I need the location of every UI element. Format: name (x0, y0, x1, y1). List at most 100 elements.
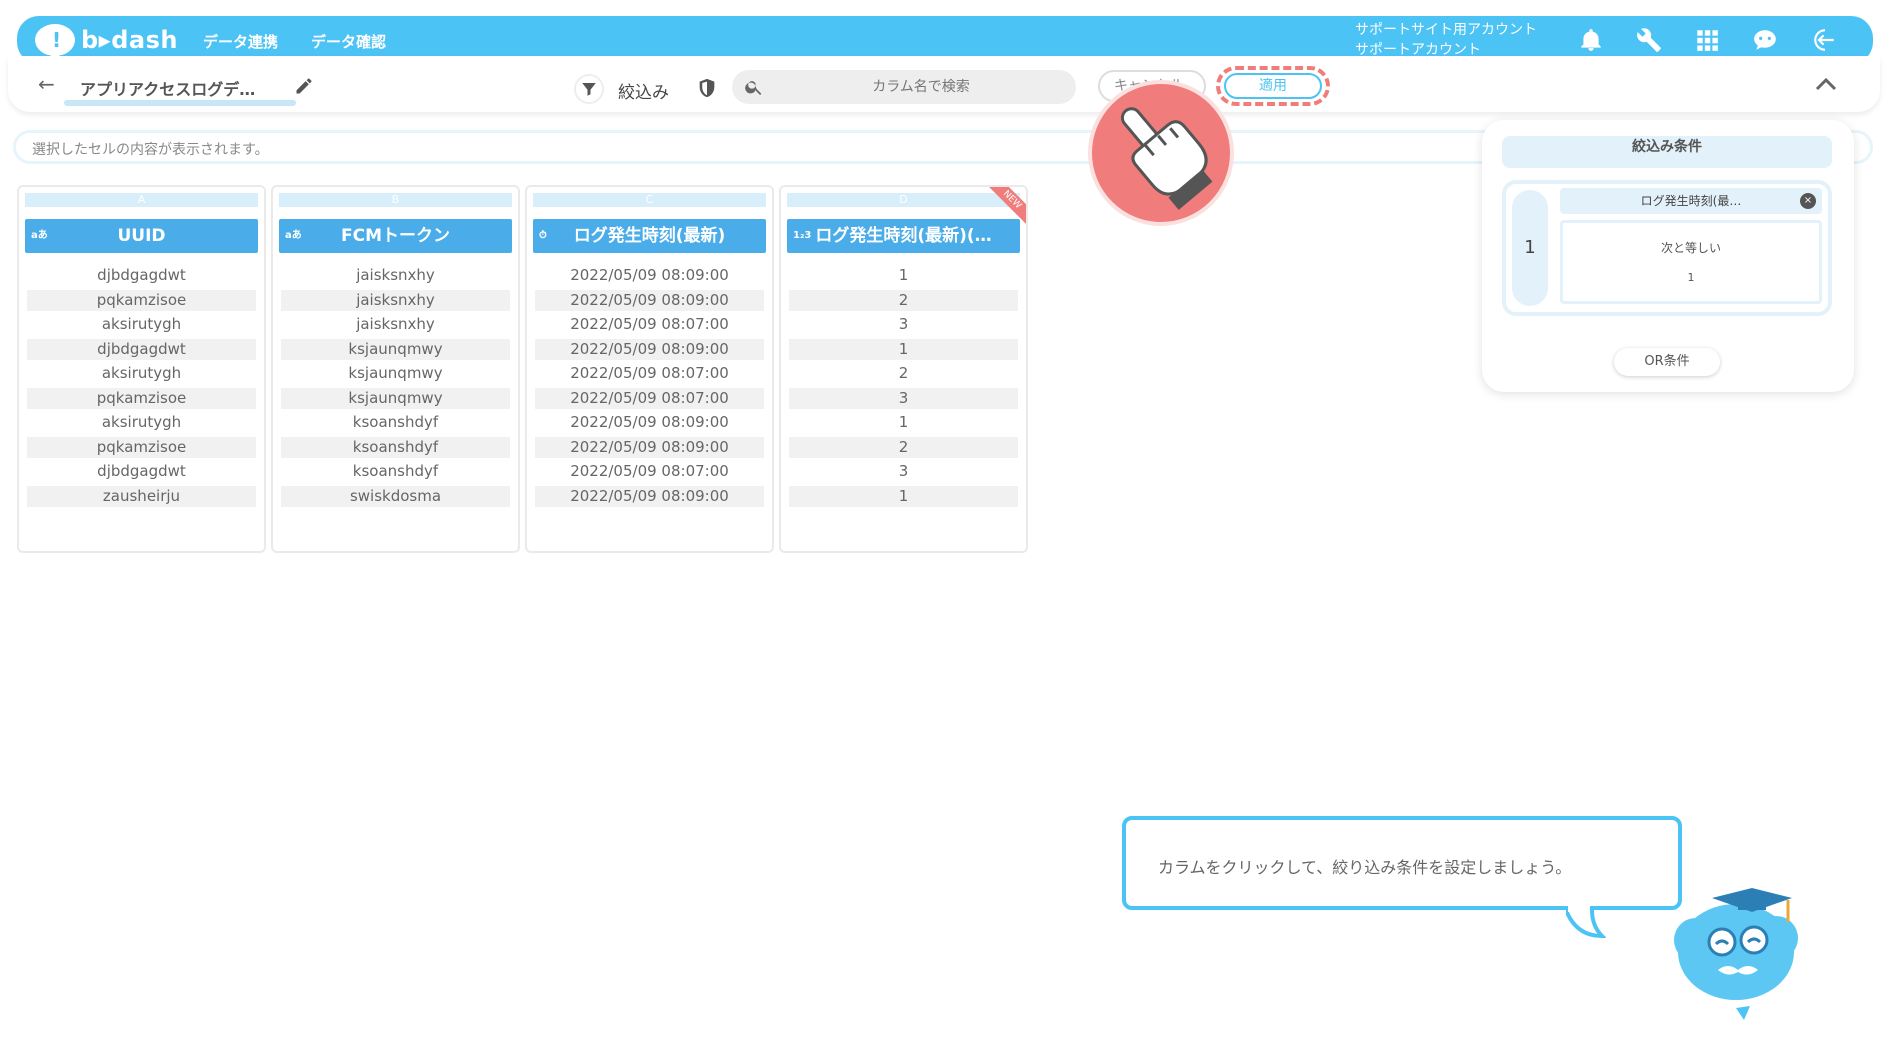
grid-cell[interactable]: aksirutygh (27, 363, 256, 384)
column-type-icon: aあ (285, 230, 302, 241)
grid-cell[interactable]: swiskdosma (281, 485, 510, 507)
condition-group: 1 ログ発生時刻(最… × 次と等しい 1 (1502, 180, 1832, 316)
cell-content-placeholder: 選択したセルの内容が表示されます。 (32, 142, 269, 158)
shield-icon[interactable] (696, 76, 718, 100)
grid-column-c: C ⏱ ログ発生時刻(最新) 2022/05/09 08:09:00 2022/05/0… (525, 185, 774, 553)
bell-icon[interactable] (1577, 26, 1605, 54)
grid-cell[interactable]: jaisksnxhy (281, 289, 510, 311)
grid-column-d: D 1₂3 ログ発生時刻(最新)(… NEW 1 2 3 1 2 3 1 2 3 1 (779, 185, 1028, 553)
grid-cell[interactable]: 2022/05/09 08:09:00 (535, 436, 764, 458)
grid-cell[interactable]: 2022/05/09 08:09:00 (535, 265, 764, 286)
pointing-hand-icon (1088, 80, 1234, 226)
grid-cell[interactable]: djbdgagdwt (27, 338, 256, 360)
back-arrow-icon[interactable]: ← (38, 72, 55, 96)
grid-cell[interactable]: 2022/05/09 08:07:00 (535, 363, 764, 384)
account-site: サポートサイト用アカウント (1355, 22, 1537, 38)
grid-cell[interactable]: 2022/05/09 08:09:00 (535, 412, 764, 433)
logout-icon[interactable] (1811, 26, 1839, 54)
column-letter: C (533, 193, 766, 207)
column-header[interactable]: aあ FCMトークン (279, 219, 512, 253)
condition-column[interactable]: ログ発生時刻(最… × (1560, 188, 1822, 214)
grid-cell[interactable]: aksirutygh (27, 412, 256, 433)
grid-cell[interactable]: ksjaunqmwy (281, 338, 510, 360)
nav-data-check[interactable]: データ確認 (311, 31, 386, 52)
apply-highlight: 適用 (1216, 66, 1330, 106)
grid-cell[interactable]: 3 (789, 461, 1018, 482)
condition-value: 1 (1687, 271, 1695, 284)
account-info[interactable]: サポートサイト用アカウント サポートアカウント (1355, 20, 1537, 60)
grid-cell[interactable]: 2022/05/09 08:09:00 (535, 289, 764, 311)
grid-column-a: Aaあ UUID djbdgagdwt pqkamzisoe aksirutygh djb… (17, 185, 266, 553)
grid-cell[interactable]: 2022/05/09 08:09:00 (535, 485, 764, 507)
title-underline (64, 100, 296, 106)
grid-cell[interactable]: 2 (789, 436, 1018, 458)
column-header[interactable]: ⏱ ログ発生時刻(最新) (533, 219, 766, 253)
column-letter: D (787, 193, 1020, 207)
grid-cell[interactable]: 1 (789, 265, 1018, 286)
wrench-icon[interactable] (1635, 26, 1663, 54)
apply-button[interactable]: 適用 (1224, 73, 1322, 99)
logo-text: b▸dash (81, 26, 178, 54)
grid-cell[interactable]: ksjaunqmwy (281, 387, 510, 409)
apps-grid-icon[interactable] (1693, 26, 1721, 54)
search-icon (745, 81, 762, 95)
grid-cell[interactable]: pqkamzisoe (27, 436, 256, 458)
chat-icon[interactable] (1751, 26, 1779, 54)
column-header-label: UUID (117, 226, 166, 246)
toolbar: ← アプリアクセスログデ… 絞込み キャンセル 適用 (8, 56, 1880, 112)
grid-cell[interactable]: 1 (789, 338, 1018, 360)
filter-panel-title: 絞込み条件 (1502, 136, 1832, 168)
grid-cell[interactable]: 2022/05/09 08:09:00 (535, 338, 764, 360)
column-letter: B (279, 193, 512, 207)
grid-cell[interactable]: 2022/05/09 08:07:00 (535, 387, 764, 409)
grid-cell[interactable]: 3 (789, 314, 1018, 335)
condition-column-label: ログ発生時刻(最… (1640, 194, 1742, 208)
column-search (732, 70, 1076, 104)
grid-cell[interactable]: jaisksnxhy (281, 265, 510, 286)
column-letter: A (25, 193, 258, 207)
grid-cell[interactable]: zausheirju (27, 485, 256, 507)
funnel-icon (582, 83, 596, 96)
condition-body[interactable]: 次と等しい 1 (1560, 220, 1822, 304)
tip-bubble-tail (1566, 906, 1606, 939)
grid-cell[interactable]: 2 (789, 289, 1018, 311)
mascot-icon (1674, 888, 1798, 1020)
filter-toggle[interactable] (574, 74, 604, 104)
search-input[interactable] (776, 70, 1066, 104)
logo[interactable]: ! b▸dash (35, 24, 178, 62)
remove-condition-icon[interactable]: × (1800, 193, 1816, 209)
or-condition-button[interactable]: OR条件 (1614, 348, 1720, 376)
grid-cell[interactable]: ksoanshdyf (281, 436, 510, 458)
pencil-icon[interactable] (294, 76, 314, 96)
condition-group-number: 1 (1512, 190, 1548, 306)
column-type-icon: 1₂3 (793, 230, 812, 241)
chevron-up-icon[interactable] (1814, 74, 1838, 94)
grid-cell[interactable]: ksoanshdyf (281, 461, 510, 482)
grid-cell[interactable]: 2 (789, 363, 1018, 384)
column-header-label: FCMトークン (340, 226, 450, 246)
grid-cell[interactable]: 1 (789, 485, 1018, 507)
grid-cell[interactable]: djbdgagdwt (27, 265, 256, 286)
logo-bubble-icon: ! (35, 24, 75, 62)
grid-cell[interactable]: jaisksnxhy (281, 314, 510, 335)
grid-cell[interactable]: ksoanshdyf (281, 412, 510, 433)
grid-cell[interactable]: pqkamzisoe (27, 387, 256, 409)
column-header-label: ログ発生時刻(最新) (573, 226, 726, 246)
grid-cell[interactable]: 3 (789, 387, 1018, 409)
grid-cell[interactable]: 2022/05/09 08:07:00 (535, 461, 764, 482)
grid-cell[interactable]: 1 (789, 412, 1018, 433)
column-header-label: ログ発生時刻(最新)(… (815, 226, 992, 246)
grid-cell[interactable]: ksjaunqmwy (281, 363, 510, 384)
tip-text: カラムをクリックして、絞り込み条件を設定しましょう。 (1158, 858, 1572, 877)
condition-operator: 次と等しい (1660, 241, 1721, 255)
grid-column-b: Baあ FCMトークン jaisksnxhy jaisksnxhy jaisksnxhy… (271, 185, 520, 553)
grid-cell[interactable]: 2022/05/09 08:07:00 (535, 314, 764, 335)
grid-cell[interactable]: djbdgagdwt (27, 461, 256, 482)
column-header[interactable]: 1₂3 ログ発生時刻(最新)(… (787, 219, 1020, 253)
grid-cell[interactable]: aksirutygh (27, 314, 256, 335)
page-title[interactable]: アプリアクセスログデ… (80, 76, 300, 100)
nav-data-integration[interactable]: データ連携 (203, 31, 278, 52)
grid-cell[interactable]: pqkamzisoe (27, 289, 256, 311)
filter-label[interactable]: 絞込み (618, 78, 669, 103)
column-header[interactable]: aあ UUID (25, 219, 258, 253)
